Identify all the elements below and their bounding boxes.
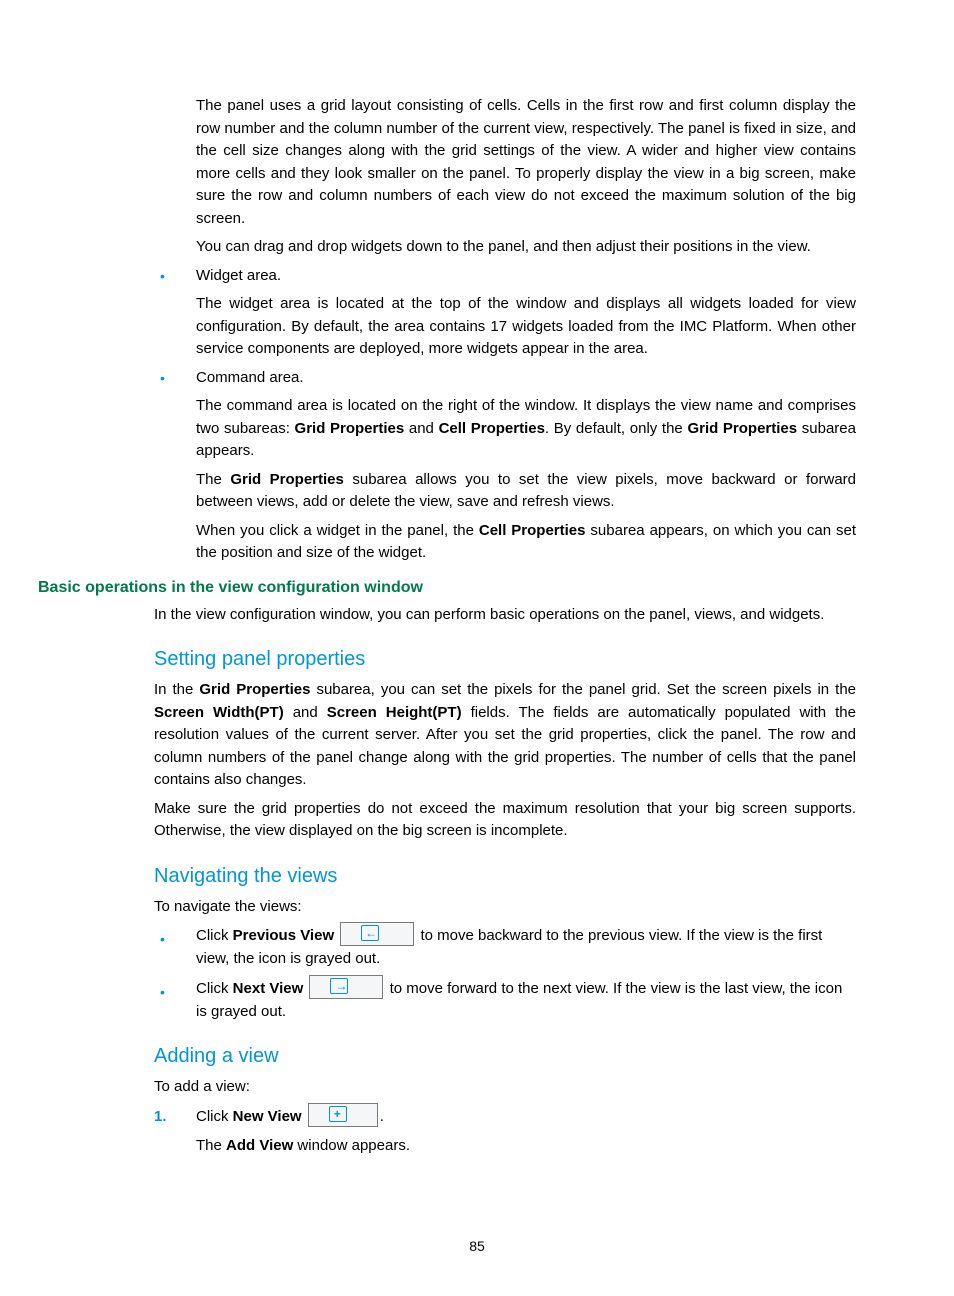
paragraph: In the Grid Properties subarea, you can …	[154, 679, 856, 792]
bold-term: Cell Properties	[439, 420, 545, 437]
bold-term: Next View	[233, 979, 304, 996]
page: The panel uses a grid layout consisting …	[0, 0, 954, 1296]
page-number: 85	[0, 1238, 954, 1254]
bold-term: Grid Properties	[230, 471, 344, 488]
list-item: Widget area. The widget area is located …	[98, 265, 856, 361]
heading-adding-view: Adding a view	[154, 1045, 856, 1068]
bullet-list: Widget area. The widget area is located …	[98, 265, 856, 565]
next-view-icon: →	[309, 975, 383, 999]
heading-basic-operations: Basic operations in the view configurati…	[38, 579, 856, 597]
content-area: The panel uses a grid layout consisting …	[98, 95, 856, 1157]
text: .	[380, 1107, 384, 1124]
bullet-list: Click Previous View ← to move backward t…	[98, 924, 856, 1023]
bold-term: Add View	[226, 1137, 293, 1154]
text: window appears.	[293, 1137, 410, 1154]
paragraph: The panel uses a grid layout consisting …	[196, 95, 856, 230]
list-body: Click Previous View ← to move backward t…	[196, 924, 856, 971]
paragraph: To add a view:	[154, 1076, 856, 1099]
heading-setting-panel: Setting panel properties	[154, 648, 856, 671]
bold-term: Screen Height(PT)	[327, 704, 462, 721]
text: . By default, only the	[545, 420, 688, 437]
list-body: The widget area is located at the top of…	[196, 293, 856, 361]
list-item: Command area. The command area is locate…	[98, 367, 856, 565]
step-number: 1.	[154, 1108, 167, 1125]
paragraph: Make sure the grid properties do not exc…	[154, 798, 856, 843]
list-body: Click Next View → to move forward to the…	[196, 977, 856, 1024]
heading-navigating: Navigating the views	[154, 865, 856, 888]
text: Click	[196, 927, 233, 944]
paragraph: In the view configuration window, you ca…	[154, 604, 856, 627]
list-body: Click New View +.	[196, 1105, 856, 1129]
text: and	[404, 420, 438, 437]
list-body: The Add View window appears.	[196, 1135, 856, 1158]
bold-term: Cell Properties	[479, 522, 586, 539]
bold-term: Grid Properties	[295, 420, 405, 437]
paragraph: To navigate the views:	[154, 896, 856, 919]
bold-term: Grid Properties	[199, 681, 310, 698]
list-body: The command area is located on the right…	[196, 395, 856, 463]
previous-view-icon: ←	[340, 922, 414, 946]
text: In the	[154, 681, 199, 698]
list-body: The Grid Properties subarea allows you t…	[196, 469, 856, 514]
text: When you click a widget in the panel, th…	[196, 522, 479, 539]
paragraph: You can drag and drop widgets down to th…	[196, 236, 856, 259]
text: Click	[196, 979, 233, 996]
text: subarea, you can set the pixels for the …	[310, 681, 856, 698]
list-item: 1. Click New View +. The Add View window…	[98, 1105, 856, 1158]
numbered-list: 1. Click New View +. The Add View window…	[98, 1105, 856, 1158]
new-view-icon: +	[308, 1103, 378, 1127]
list-head: Widget area.	[196, 265, 856, 288]
list-body: When you click a widget in the panel, th…	[196, 520, 856, 565]
bold-term: Previous View	[233, 927, 334, 944]
bold-term: Screen Width(PT)	[154, 704, 284, 721]
bold-term: Grid Properties	[687, 420, 797, 437]
text: The	[196, 471, 230, 488]
list-item: Click Previous View ← to move backward t…	[98, 924, 856, 971]
bold-term: New View	[233, 1107, 302, 1124]
text: The	[196, 1137, 226, 1154]
list-item: Click Next View → to move forward to the…	[98, 977, 856, 1024]
list-head: Command area.	[196, 367, 856, 390]
text: Click	[196, 1107, 233, 1124]
text: and	[284, 704, 327, 721]
